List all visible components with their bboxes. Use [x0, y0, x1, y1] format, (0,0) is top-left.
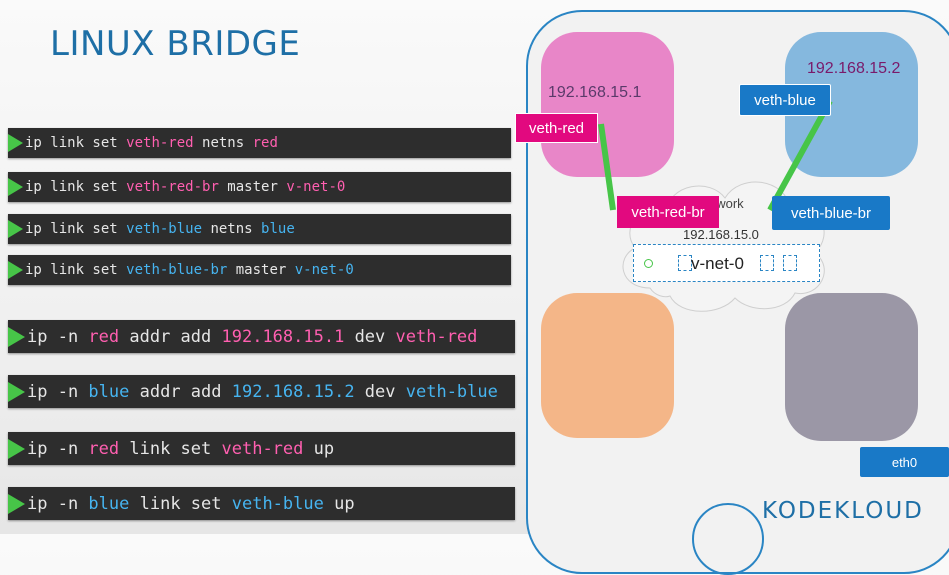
bridge-port-icon: [760, 255, 774, 271]
logo-text: KODEKLOUD: [762, 498, 924, 524]
veth-red-br-tag: veth-red-br: [617, 196, 719, 228]
veth-blue-link: [767, 99, 833, 212]
blue-ip-label: 192.168.15.2: [807, 60, 901, 77]
veth-blue-tag: veth-blue: [739, 84, 831, 116]
red-ip-label: 192.168.15.1: [548, 84, 642, 101]
host-port-circle: [692, 503, 764, 575]
veth-red-tag: veth-red: [515, 113, 598, 143]
bridge-label: v-net-0: [691, 254, 744, 273]
kodekloud-logo: KODEKLOUD: [762, 498, 924, 524]
eth0-interface: eth0: [860, 447, 949, 477]
bridge-port-icon: [783, 255, 797, 271]
veth-blue-br-tag: veth-blue-br: [772, 196, 890, 230]
network-ip-label: 192.168.15.0: [683, 227, 759, 242]
bridge-status-dot-icon: [644, 259, 653, 268]
bridge-port-icon: [678, 255, 692, 271]
veth-red-link: [598, 123, 616, 211]
